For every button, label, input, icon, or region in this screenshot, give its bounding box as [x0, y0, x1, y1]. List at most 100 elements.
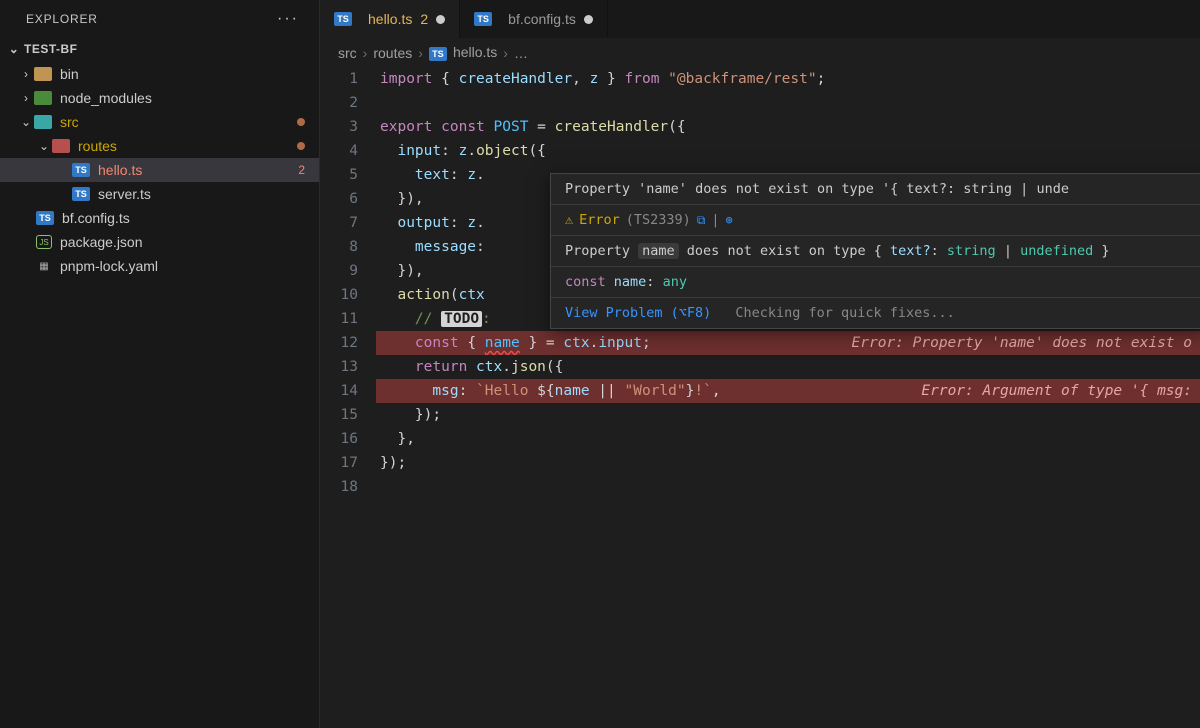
tree-item-label: src: [60, 114, 297, 130]
tree-item-label: bf.config.ts: [62, 210, 305, 226]
section-header[interactable]: ⌄ TEST-BF: [0, 38, 319, 60]
line-number: 1: [320, 67, 376, 91]
line-number: 3: [320, 115, 376, 139]
chevron-icon: ›: [18, 67, 34, 81]
dirty-dot-icon: [436, 15, 445, 24]
line-number: 7: [320, 211, 376, 235]
editor-area: TShello.ts2TSbf.config.ts src›routes›TSh…: [320, 0, 1200, 728]
tree-item-pnpm-lock-yaml[interactable]: ▦pnpm-lock.yaml: [0, 254, 319, 278]
breadcrumb-item[interactable]: src: [338, 45, 357, 61]
typescript-icon: TS: [429, 47, 447, 61]
code-line[interactable]: msg: `Hello ${name || "World"}!`,: [376, 379, 1200, 403]
line-number: 12: [320, 331, 376, 355]
explorer-header: EXPLORER ···: [0, 0, 319, 38]
line-number: 16: [320, 427, 376, 451]
line-number: 17: [320, 451, 376, 475]
code-viewport[interactable]: 1import { createHandler, z } from "@back…: [320, 67, 1200, 728]
external-link-icon[interactable]: ⧉: [697, 213, 706, 228]
code-line[interactable]: [376, 91, 1200, 115]
breadcrumb-separator: ›: [363, 45, 368, 61]
line-number: 15: [320, 403, 376, 427]
globe-icon[interactable]: ⊕: [726, 213, 733, 227]
explorer-title: EXPLORER: [26, 12, 98, 26]
tree-item-routes[interactable]: ⌄routes: [0, 134, 319, 158]
code-line[interactable]: input: z.object({: [376, 139, 1200, 163]
breadcrumb[interactable]: src › routes › TShello.ts › …: [320, 38, 1200, 67]
tab-hello-ts[interactable]: TS hello.ts 2: [320, 0, 460, 38]
breadcrumb-item[interactable]: TShello.ts: [429, 44, 497, 61]
hover-detail: Property name does not exist on type { t…: [551, 235, 1200, 266]
line-number: 14: [320, 379, 376, 403]
file-tree: ›bin›node_modules⌄src⌄routesTShello.ts2T…: [0, 60, 319, 278]
tree-item-label: bin: [60, 66, 305, 82]
tree-item-bin[interactable]: › bin: [0, 62, 319, 86]
tree-item-server-ts[interactable]: TS server.ts: [0, 182, 319, 206]
code-line[interactable]: return ctx.json({: [376, 355, 1200, 379]
error-count-badge: 2: [298, 163, 305, 177]
tree-item-bf-config-ts[interactable]: TS bf.config.ts: [0, 206, 319, 230]
typescript-icon: TS: [36, 211, 54, 225]
tree-item-label: pnpm-lock.yaml: [60, 258, 305, 274]
code-line[interactable]: });: [376, 451, 1200, 475]
line-number: 9: [320, 259, 376, 283]
folder-icon: [52, 139, 70, 153]
error-label: Error: [579, 212, 620, 228]
tab-label: hello.ts: [368, 11, 412, 27]
code-line[interactable]: },: [376, 427, 1200, 451]
tab-bf-config-ts[interactable]: TSbf.config.ts: [460, 0, 608, 38]
app-root: EXPLORER ··· ⌄ TEST-BF › bin › node_modules…: [0, 0, 1200, 728]
code-line[interactable]: export const POST = createHandler({: [376, 115, 1200, 139]
line-number: 8: [320, 235, 376, 259]
typescript-icon: TS: [72, 187, 90, 201]
typescript-icon: TS: [474, 12, 492, 26]
breadcrumb-separator: ›: [503, 45, 508, 61]
more-icon[interactable]: ···: [277, 10, 299, 28]
breadcrumb-separator: ›: [418, 45, 423, 61]
typescript-icon: TS: [72, 163, 90, 177]
dirty-dot-icon: [584, 15, 593, 24]
line-number: 11: [320, 307, 376, 331]
tree-item-hello-ts[interactable]: TS hello.ts2: [0, 158, 319, 182]
tab-error-count: 2: [420, 11, 428, 27]
folder-icon: [34, 91, 52, 105]
view-problem-link[interactable]: View Problem (⌥F8): [565, 305, 711, 321]
tree-item-label: package.json: [60, 234, 305, 250]
line-number: 2: [320, 91, 376, 115]
code-line[interactable]: [376, 475, 1200, 499]
chevron-icon: ⌄: [18, 115, 34, 129]
tree-item-label: hello.ts: [98, 162, 298, 178]
line-number: 18: [320, 475, 376, 499]
code-line[interactable]: });: [376, 403, 1200, 427]
hover-headline: Property 'name' does not exist on type '…: [551, 174, 1200, 204]
modified-dot-icon: [297, 142, 305, 150]
tab-bar: TS hello.ts 2 TSbf.config.ts: [320, 0, 1200, 38]
quickfix-status: Checking for quick fixes...: [735, 305, 954, 321]
warning-icon: ⚠: [565, 212, 573, 228]
tree-item-node_modules[interactable]: › node_modules: [0, 86, 319, 110]
tree-item-label: server.ts: [98, 186, 305, 202]
code-line[interactable]: import { createHandler, z } from "@backf…: [376, 67, 1200, 91]
line-number: 6: [320, 187, 376, 211]
error-code: (TS2339): [626, 212, 691, 228]
tree-item-label: node_modules: [60, 90, 305, 106]
breadcrumb-item[interactable]: routes: [373, 45, 412, 61]
line-number: 13: [320, 355, 376, 379]
code-line[interactable]: const { name } = ctx.input;: [376, 331, 1200, 355]
hover-signature: const name: any: [551, 266, 1200, 297]
folder-icon: [34, 115, 52, 129]
line-number: 5: [320, 163, 376, 187]
chevron-icon: ›: [18, 91, 34, 105]
sidebar: EXPLORER ··· ⌄ TEST-BF › bin › node_modules…: [0, 0, 320, 728]
tree-item-src[interactable]: ⌄ src: [0, 110, 319, 134]
breadcrumb-item[interactable]: …: [514, 45, 528, 61]
hover-popup[interactable]: Property 'name' does not exist on type '…: [550, 173, 1200, 329]
line-number: 4: [320, 139, 376, 163]
modified-dot-icon: [297, 118, 305, 126]
json-icon: JS: [36, 235, 52, 249]
hover-error-code: ⚠ Error (TS2339) ⧉ | ⊕: [551, 204, 1200, 235]
section-title: TEST-BF: [24, 42, 78, 56]
hover-actions: View Problem (⌥F8) Checking for quick fi…: [551, 297, 1200, 328]
typescript-icon: TS: [334, 12, 352, 26]
tree-item-package-json[interactable]: JS package.json: [0, 230, 319, 254]
tree-item-label: routes: [78, 138, 297, 154]
